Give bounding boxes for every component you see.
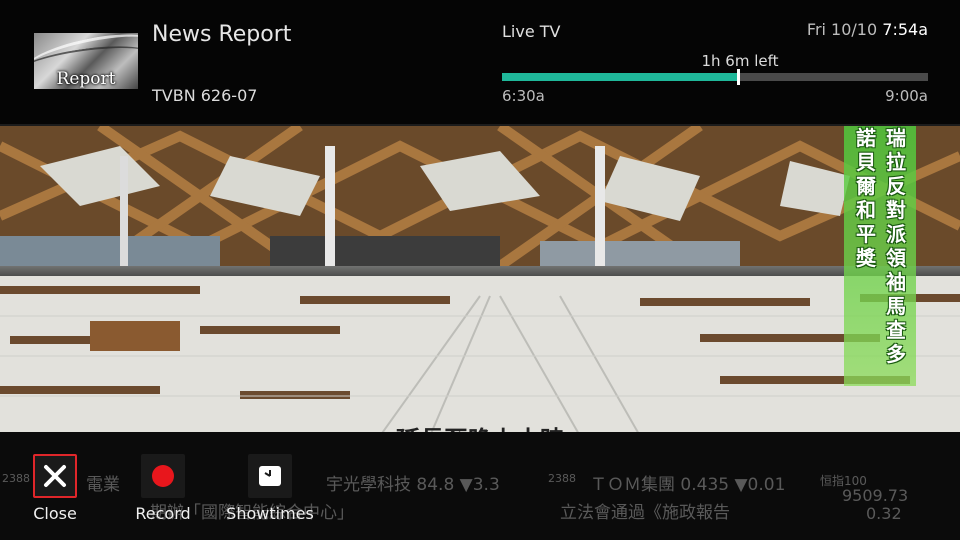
- control-bar: 2388 電業 宇光學科技 84.8 ▼3.3 2388 ＴＯＭ集團 0.435…: [0, 432, 960, 540]
- record-dot-icon: [152, 465, 174, 487]
- showtimes-button[interactable]: Showtimes: [222, 454, 318, 523]
- showtimes-button-box[interactable]: [248, 454, 292, 498]
- close-button-box[interactable]: [33, 454, 77, 498]
- close-x-icon: [44, 465, 66, 487]
- progress-fill: [502, 73, 739, 81]
- ticker-item: 電業: [86, 475, 120, 495]
- record-button-box[interactable]: [141, 454, 185, 498]
- vertical-caption-line-2: 瑞拉反對派領袖馬查多: [886, 126, 906, 366]
- info-bar: Report News Report TVBN 626-07 Live TV F…: [0, 0, 960, 126]
- time-remaining: 1h 6m left: [701, 52, 779, 70]
- clock-icon: [259, 466, 281, 486]
- ticker-item: 宇光學科技 84.8 ▼3.3: [326, 475, 500, 495]
- video-frame-roof: [0, 126, 960, 266]
- progress-marker: [737, 69, 741, 85]
- thumbnail-label: Report: [56, 69, 116, 89]
- current-time: 7:54a: [882, 20, 928, 39]
- program-progress-bar: [502, 69, 928, 85]
- ticker-item: 0.32: [866, 504, 902, 523]
- ticker-item: 立法會通過《施政報告: [560, 503, 730, 523]
- date-time: Fri 10/10 7:54a: [807, 20, 928, 39]
- live-tv-label: Live TV: [502, 22, 561, 41]
- end-time: 9:00a: [885, 87, 928, 105]
- close-label: Close: [33, 504, 77, 523]
- record-label: Record: [135, 504, 191, 523]
- vertical-caption-line-1: 諾貝爾和平獎: [856, 126, 876, 270]
- ticker-item: 9509.73: [842, 486, 909, 505]
- ticker-item: 2388: [548, 472, 576, 485]
- record-button[interactable]: Record: [130, 454, 196, 523]
- channel-info: TVBN 626-07: [152, 86, 258, 105]
- current-date: Fri 10/10: [806, 20, 878, 39]
- program-thumbnail: Report: [34, 33, 138, 89]
- video-frame-stairs: [0, 276, 960, 432]
- start-time: 6:30a: [502, 87, 545, 105]
- video-player[interactable]: 諾貝爾和平獎 瑞拉反對派領袖馬查多 延長至晚上十時: [0, 126, 960, 432]
- showtimes-label: Showtimes: [226, 504, 314, 523]
- video-subtitle: 延長至晚上十時: [0, 420, 960, 432]
- show-title: News Report: [152, 22, 292, 47]
- ticker-item: ＴＯＭ集團 0.435 ▼0.01: [590, 475, 786, 495]
- close-button[interactable]: Close: [22, 454, 88, 523]
